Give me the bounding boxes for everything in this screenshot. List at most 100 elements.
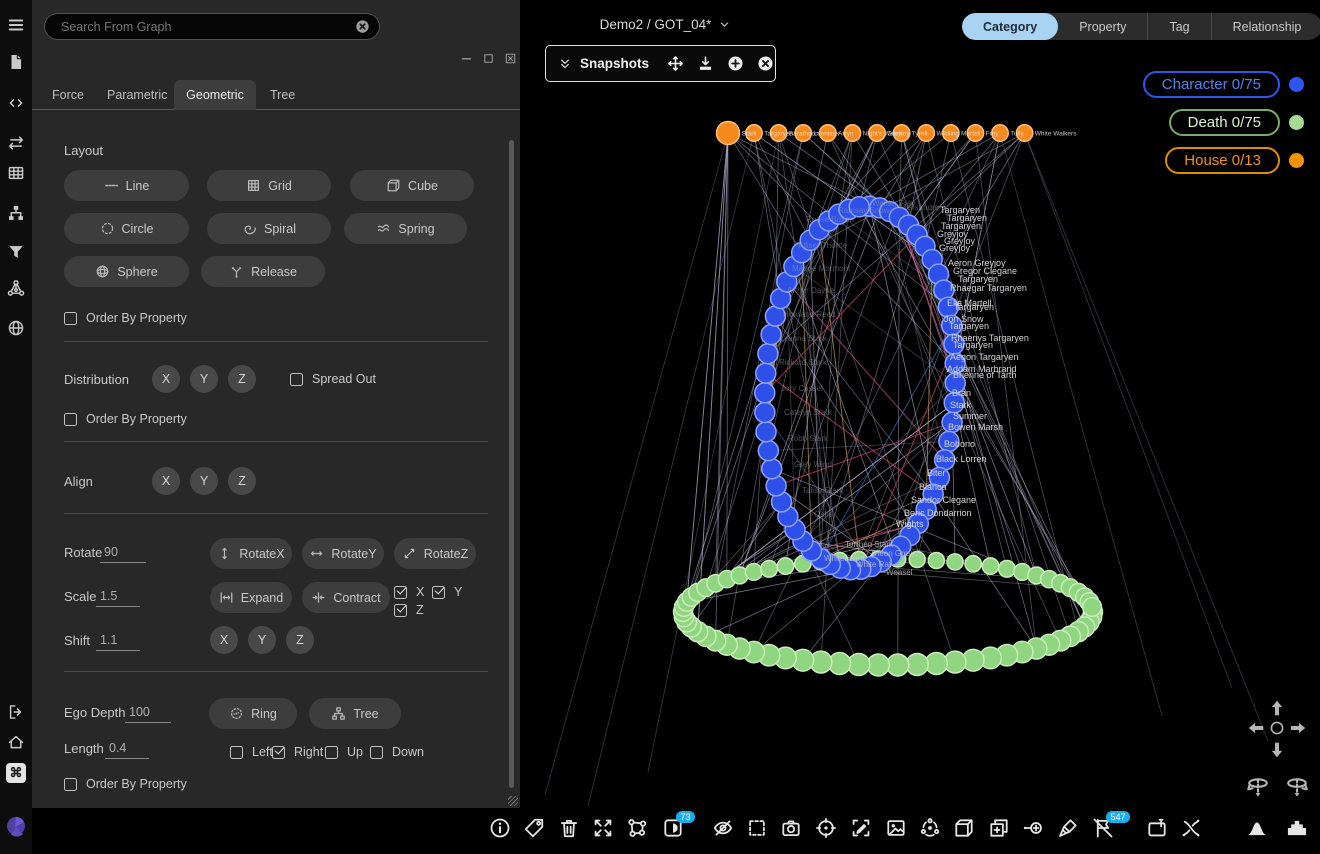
command-icon[interactable]: ⌘ [6, 763, 26, 783]
file-icon[interactable] [7, 53, 25, 71]
tab-category[interactable]: Category [962, 13, 1058, 40]
layout-button-release[interactable]: Release [201, 256, 325, 287]
globe-icon[interactable] [7, 319, 25, 337]
eye-off-icon[interactable] [712, 817, 738, 843]
axis-button-z[interactable]: Z [228, 467, 256, 495]
panel-resize-handle[interactable] [508, 796, 518, 806]
logout-icon[interactable] [7, 703, 25, 721]
add-circle-icon[interactable] [727, 55, 744, 72]
expand-button[interactable]: Expand [210, 582, 292, 613]
axis-button-x[interactable]: X [152, 467, 180, 495]
graph-node-character[interactable] [761, 325, 781, 345]
spread-out-checkbox[interactable]: Spread Out [290, 372, 376, 386]
menu-icon[interactable] [7, 16, 25, 34]
layout-button-spring[interactable]: Spring [344, 213, 467, 244]
target-icon[interactable] [815, 817, 841, 843]
select-area-icon[interactable] [746, 817, 772, 843]
minimize-icon[interactable] [460, 52, 473, 65]
trash-icon[interactable] [558, 817, 584, 843]
tab-geometric[interactable]: Geometric [174, 80, 256, 110]
project-title[interactable]: Demo2 / GOT_04* [540, 17, 790, 32]
shift-value-input[interactable]: 1.1 [96, 633, 140, 651]
ego-depth-input[interactable]: 100 [125, 705, 171, 723]
cube3d-icon[interactable] [953, 817, 979, 843]
nav-arrow-down-icon[interactable] [1268, 741, 1286, 759]
download-icon[interactable] [697, 55, 714, 72]
graph-node-death[interactable] [999, 561, 1016, 578]
kineviz-logo-icon[interactable] [5, 815, 27, 837]
table-icon[interactable] [7, 164, 25, 182]
legend-color-dot[interactable] [1289, 115, 1304, 130]
axis-button-y[interactable]: Y [190, 467, 218, 495]
legend-item[interactable]: Character 0/75 [1143, 71, 1304, 98]
rotate-axis-right-icon[interactable] [1284, 774, 1310, 800]
legend-color-dot[interactable] [1289, 77, 1304, 92]
direction-checkbox-right[interactable]: Right [272, 745, 323, 759]
graph-node-character[interactable] [755, 402, 775, 422]
length-input[interactable]: 0.4 [105, 741, 149, 759]
contrast-icon[interactable]: 73 [662, 817, 688, 843]
layout-button-grid[interactable]: Grid [207, 170, 331, 201]
direction-checkbox-up[interactable]: Up [325, 745, 363, 759]
graph-node-death[interactable] [965, 556, 981, 572]
tab-relationship[interactable]: Relationship [1211, 13, 1320, 40]
tab-tag[interactable]: Tag [1147, 13, 1210, 40]
legend-item[interactable]: House 0/13 [1165, 147, 1304, 174]
legend-item[interactable]: Death 0/75 [1169, 109, 1304, 136]
axis-button-y[interactable]: Y [248, 626, 276, 654]
graph-node-character[interactable] [756, 422, 776, 442]
layout-button-spiral[interactable]: Spiral [207, 213, 331, 244]
axis-button-z[interactable]: Z [286, 626, 314, 654]
graph-node-death[interactable] [982, 558, 998, 574]
graph-node-character[interactable] [758, 441, 778, 461]
rotatex-button[interactable]: RotateX [210, 538, 292, 569]
network-icon[interactable] [7, 279, 25, 297]
direction-checkbox-down[interactable]: Down [370, 745, 424, 759]
graph-node-death[interactable] [928, 552, 944, 568]
tab-parametric[interactable]: Parametric [107, 80, 167, 110]
graph-node-character[interactable] [755, 383, 775, 403]
search-clear-icon[interactable] [355, 19, 370, 34]
duplicate-icon[interactable] [988, 817, 1014, 843]
scale-z-checkbox[interactable]: Z [394, 603, 424, 617]
note-pen-icon[interactable] [1146, 817, 1172, 843]
order-by-property-checkbox-2[interactable]: Order By Property [64, 412, 187, 426]
tab-tree[interactable]: Tree [270, 80, 295, 110]
ring-button[interactable]: Ring [209, 698, 297, 729]
image-icon[interactable] [885, 817, 911, 843]
layout-button-circle[interactable]: Circle [64, 213, 189, 244]
nav-arrow-up-icon[interactable] [1268, 699, 1286, 717]
graph-node-character[interactable] [756, 363, 776, 383]
hill-icon[interactable] [1246, 817, 1272, 843]
graph-node-character[interactable] [762, 459, 782, 479]
graph-node-character[interactable] [758, 344, 778, 364]
direction-checkbox-left[interactable]: Left [230, 745, 273, 759]
chevrons-down-icon[interactable] [558, 57, 572, 71]
rotatez-button[interactable]: RotateZ [394, 538, 476, 569]
panel-scrollbar[interactable] [509, 140, 514, 788]
add-link-icon[interactable] [1022, 817, 1048, 843]
pyramid-icon[interactable] [1286, 817, 1312, 843]
edit-box-icon[interactable] [850, 817, 876, 843]
swap-icon[interactable] [7, 134, 25, 152]
rotate-axis-left-icon[interactable] [1245, 774, 1271, 800]
rotate-value-input[interactable]: 90 [100, 545, 146, 563]
nav-center-circle-icon[interactable] [1269, 720, 1285, 736]
flag-off-icon[interactable]: 547 [1092, 817, 1118, 843]
contract-button[interactable]: Contract [302, 582, 390, 613]
close-circle-icon[interactable] [757, 55, 774, 72]
orbit-icon[interactable] [919, 817, 945, 843]
nav-arrow-left-icon[interactable] [1247, 719, 1265, 737]
graph-node-death[interactable] [947, 554, 963, 570]
camera-icon[interactable] [780, 817, 806, 843]
close-window-icon[interactable] [504, 52, 517, 65]
scale-value-input[interactable]: 1.5 [96, 589, 140, 607]
axis-button-x[interactable]: X [152, 365, 180, 393]
tree-button[interactable]: Tree [309, 698, 401, 729]
graph-node-death[interactable] [745, 564, 762, 581]
graph-node-death[interactable] [887, 654, 909, 676]
filter-icon[interactable] [7, 243, 25, 261]
rotatey-button[interactable]: RotateY [302, 538, 384, 569]
maximize-icon[interactable] [482, 52, 495, 65]
axis-button-x[interactable]: X [210, 626, 238, 654]
